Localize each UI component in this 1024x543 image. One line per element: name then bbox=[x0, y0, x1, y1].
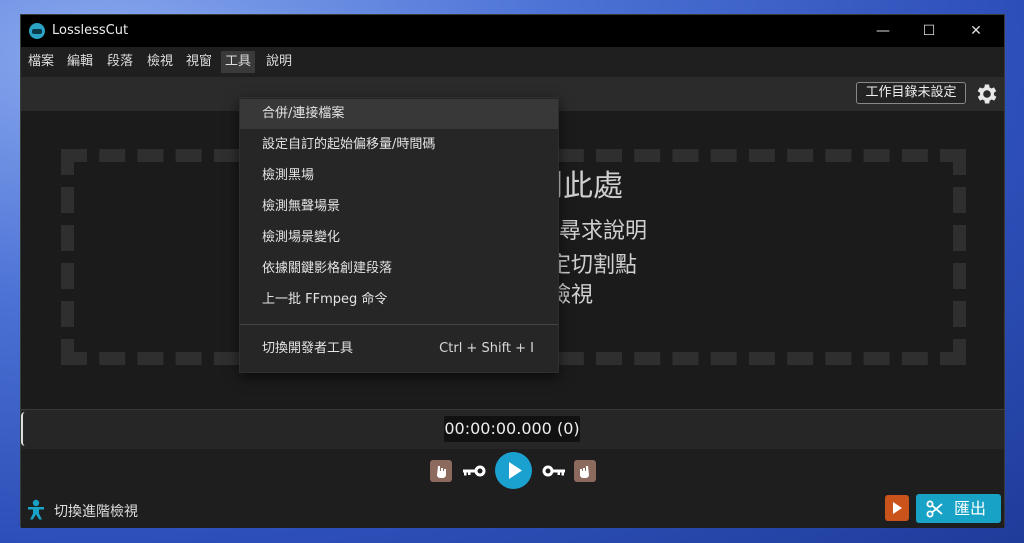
hand-left-icon bbox=[437, 466, 446, 478]
menu-item-last-ffmpeg-commands[interactable]: 上一批 FFmpeg 命令 bbox=[240, 285, 558, 315]
advanced-view-icon bbox=[28, 499, 44, 520]
window-title: LosslessCut bbox=[52, 23, 129, 38]
hand-right-icon bbox=[580, 466, 589, 478]
export-button[interactable]: 匯出 bbox=[916, 494, 1001, 523]
playback-controls: 切換進階檢視 匯出 bbox=[21, 449, 1004, 528]
menu-help[interactable]: 說明 bbox=[262, 51, 296, 73]
play-button[interactable] bbox=[495, 452, 532, 489]
menu-item-detect-scene-change[interactable]: 檢測場景變化 bbox=[240, 223, 558, 253]
export-options-button[interactable] bbox=[885, 495, 909, 521]
play-icon bbox=[509, 462, 522, 479]
working-directory-button[interactable]: 工作目錄未設定 bbox=[856, 82, 966, 104]
key-start-icon[interactable] bbox=[461, 463, 487, 479]
minimize-button[interactable]: — bbox=[860, 15, 906, 47]
advanced-view-label: 切換進階檢視 bbox=[54, 504, 138, 520]
key-end-icon[interactable] bbox=[541, 463, 567, 479]
settings-gear-icon[interactable] bbox=[974, 81, 1000, 107]
devtools-shortcut: Ctrl + Shift + I bbox=[439, 341, 534, 356]
set-cut-end-button[interactable] bbox=[574, 460, 596, 482]
app-window: LosslessCut — ☐ ✕ 檔案 編輯 段落 檢視 視窗 工具 說明 工… bbox=[20, 14, 1005, 528]
timeline-playhead[interactable] bbox=[21, 412, 26, 446]
menu-edit[interactable]: 編輯 bbox=[63, 51, 97, 73]
menu-item-set-timecode-offset[interactable]: 設定自訂的起始偏移量/時間碼 bbox=[240, 130, 558, 160]
menu-item-detect-black[interactable]: 檢測黑場 bbox=[240, 161, 558, 191]
menu-window[interactable]: 視窗 bbox=[182, 51, 216, 73]
menu-bar: 檔案 編輯 段落 檢視 視窗 工具 說明 bbox=[21, 47, 1004, 77]
close-button[interactable]: ✕ bbox=[953, 15, 999, 47]
menu-item-segments-from-keyframes[interactable]: 依據關鍵影格創建段落 bbox=[240, 254, 558, 284]
menu-file[interactable]: 檔案 bbox=[24, 51, 58, 73]
tools-menu-dropdown: 合併/連接檔案 設定自訂的起始偏移量/時間碼 檢測黑場 檢測無聲場景 檢測場景變… bbox=[239, 97, 559, 373]
timeline[interactable]: 00:00:00.000 (0) bbox=[21, 409, 1004, 451]
scissors-icon bbox=[926, 500, 943, 518]
export-label: 匯出 bbox=[954, 499, 987, 518]
devtools-label: 切換開發者工具 bbox=[262, 341, 354, 356]
losslesscut-logo-icon bbox=[29, 23, 45, 39]
menu-tools[interactable]: 工具 bbox=[221, 51, 256, 73]
set-cut-start-button[interactable] bbox=[430, 460, 452, 482]
play-arrow-icon bbox=[893, 502, 902, 514]
timecode-display[interactable]: 00:00:00.000 (0) bbox=[444, 416, 580, 442]
title-bar[interactable]: LosslessCut — ☐ ✕ bbox=[21, 15, 1004, 47]
menu-separator bbox=[240, 324, 558, 325]
maximize-button[interactable]: ☐ bbox=[906, 15, 952, 47]
menu-item-detect-silence[interactable]: 檢測無聲場景 bbox=[240, 192, 558, 222]
menu-segments[interactable]: 段落 bbox=[103, 51, 137, 73]
menu-item-toggle-devtools[interactable]: 切換開發者工具 Ctrl + Shift + I bbox=[240, 334, 558, 364]
menu-item-merge-files[interactable]: 合併/連接檔案 bbox=[240, 99, 558, 129]
menu-view[interactable]: 檢視 bbox=[143, 51, 177, 73]
